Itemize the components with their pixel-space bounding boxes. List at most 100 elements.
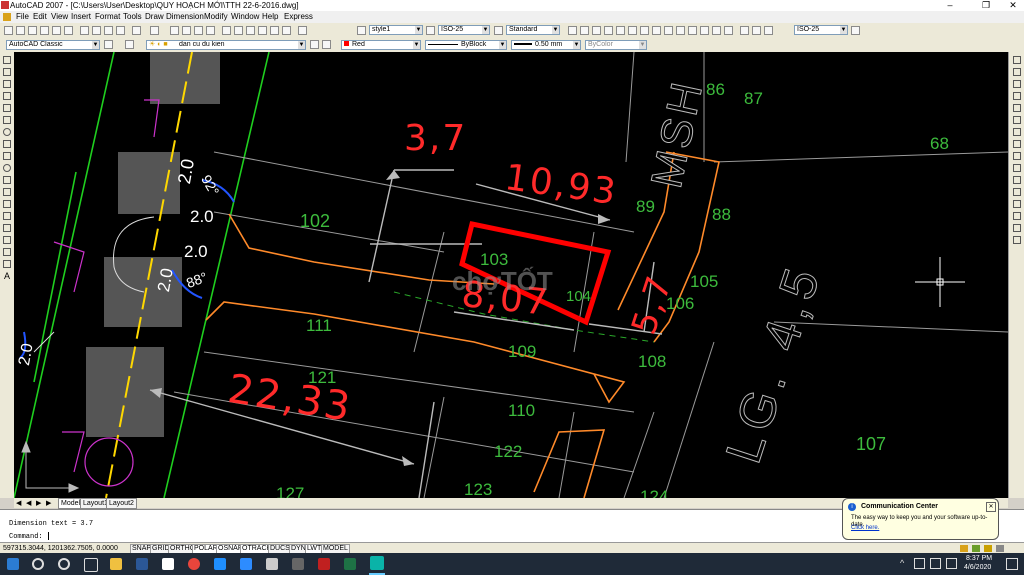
clock-date[interactable]: 4/6/2020	[964, 564, 991, 571]
toolbar-lock-icon[interactable]	[972, 545, 980, 552]
layer-select[interactable]: ☀ ◐ ■ dan cu du kien ▼	[146, 40, 306, 50]
design-center-icon[interactable]	[234, 26, 243, 35]
undo-icon[interactable]	[132, 26, 141, 35]
arc-length-icon[interactable]	[592, 26, 601, 35]
cut-icon[interactable]	[80, 26, 89, 35]
plotstyle-select[interactable]: ByColor ▼	[585, 40, 647, 50]
tolerance-icon[interactable]	[712, 26, 721, 35]
dim-text-edit-icon[interactable]	[752, 26, 761, 35]
linetype-select[interactable]: ByBlock ▼	[425, 40, 507, 50]
continue-icon[interactable]	[688, 26, 697, 35]
dimension-style-icon[interactable]	[851, 26, 860, 35]
quick-dim-icon[interactable]	[664, 26, 673, 35]
file-explorer-icon[interactable]	[110, 558, 122, 570]
linear-dim-icon[interactable]	[568, 26, 577, 35]
stretch-icon[interactable]	[1013, 152, 1021, 160]
circle-icon[interactable]	[3, 128, 11, 136]
leader-icon[interactable]	[700, 26, 709, 35]
aligned-dim-icon[interactable]	[580, 26, 589, 35]
ellipse-arc-icon[interactable]	[3, 176, 11, 184]
sheet-set-icon[interactable]	[258, 26, 267, 35]
zoom-previous-icon[interactable]	[206, 26, 215, 35]
spline-icon[interactable]	[3, 152, 11, 160]
break-icon[interactable]	[1013, 188, 1021, 196]
baseline-icon[interactable]	[676, 26, 685, 35]
app-icon[interactable]	[318, 558, 330, 570]
notification-link[interactable]: Click here.	[851, 525, 879, 531]
battery-icon[interactable]	[946, 558, 957, 569]
menu-insert[interactable]: Insert	[71, 11, 91, 23]
help-icon[interactable]	[298, 26, 307, 35]
menu-window[interactable]: Window	[231, 11, 259, 23]
menu-format[interactable]: Format	[95, 11, 120, 23]
point-icon[interactable]	[3, 212, 11, 220]
rotate-icon[interactable]	[1013, 128, 1021, 136]
save-icon[interactable]	[28, 26, 37, 35]
tab-layout2[interactable]: Layout2	[106, 498, 137, 509]
region-icon[interactable]	[3, 248, 11, 256]
open-icon[interactable]	[16, 26, 25, 35]
scale-icon[interactable]	[1013, 140, 1021, 148]
dim-text-3-7[interactable]: 3,7	[404, 118, 467, 159]
tab-prev-icon[interactable]: ◀	[26, 499, 31, 509]
trim-icon[interactable]	[1013, 164, 1021, 172]
properties-icon[interactable]	[222, 26, 231, 35]
copy-object-icon[interactable]	[1013, 68, 1021, 76]
preview-icon[interactable]	[52, 26, 61, 35]
skype-icon[interactable]	[214, 558, 226, 570]
rectangle-icon[interactable]	[3, 104, 11, 112]
redo-icon[interactable]	[150, 26, 159, 35]
markup-icon[interactable]	[270, 26, 279, 35]
menu-file[interactable]: File	[16, 11, 29, 23]
notification-close-button[interactable]: ✕	[986, 502, 996, 512]
tab-last-icon[interactable]: ▶	[46, 499, 51, 509]
join-icon[interactable]	[1013, 200, 1021, 208]
ellipse-icon[interactable]	[3, 164, 11, 172]
store-icon[interactable]	[162, 558, 174, 570]
calculator-icon[interactable]	[282, 26, 291, 35]
dim-update-icon[interactable]	[764, 26, 773, 35]
match-properties-icon[interactable]	[116, 26, 125, 35]
menu-draw[interactable]: Draw	[145, 11, 164, 23]
close-button[interactable]: ✕	[1003, 0, 1023, 11]
angular-icon[interactable]	[652, 26, 661, 35]
notifications-icon[interactable]	[1006, 558, 1018, 570]
clean-screen-icon[interactable]	[996, 545, 1004, 552]
menu-modify[interactable]: Modify	[204, 11, 228, 23]
move-icon[interactable]	[1013, 116, 1021, 124]
polyline-icon[interactable]	[3, 80, 11, 88]
center-mark-icon[interactable]	[724, 26, 733, 35]
offset-icon[interactable]	[1013, 92, 1021, 100]
ordinate-icon[interactable]	[604, 26, 613, 35]
drawing-canvas[interactable]: 3,7 10,93 8,07 5,7 22,33 86 87 68 89 88 …	[14, 52, 1008, 498]
task-view-icon[interactable]	[84, 558, 98, 572]
explode-icon[interactable]	[1013, 236, 1021, 244]
minimize-button[interactable]: –	[940, 0, 960, 11]
cortana-icon[interactable]	[58, 558, 70, 570]
diameter-icon[interactable]	[640, 26, 649, 35]
plot-icon[interactable]	[40, 26, 49, 35]
maximize-button[interactable]: ❐	[976, 0, 996, 11]
zoom-icon[interactable]	[240, 558, 252, 570]
workspace-settings-icon[interactable]	[104, 40, 113, 49]
menu-dimension[interactable]: Dimension	[166, 11, 204, 23]
zoom-window-icon[interactable]	[194, 26, 203, 35]
menu-tools[interactable]: Tools	[123, 11, 142, 23]
tab-first-icon[interactable]: ◀	[16, 499, 21, 509]
clock-time[interactable]: 8:37 PM	[966, 555, 992, 562]
menu-edit[interactable]: Edit	[33, 11, 47, 23]
fillet-icon[interactable]	[1013, 224, 1021, 232]
network-icon[interactable]	[914, 558, 925, 569]
extend-icon[interactable]	[1013, 176, 1021, 184]
chamfer-icon[interactable]	[1013, 212, 1021, 220]
paste-icon[interactable]	[104, 26, 113, 35]
polygon-icon[interactable]	[3, 92, 11, 100]
app-icon[interactable]	[292, 558, 304, 570]
zoom-realtime-icon[interactable]	[182, 26, 191, 35]
layer-manager-icon[interactable]	[125, 40, 134, 49]
chrome-icon[interactable]	[188, 558, 200, 570]
make-current-icon[interactable]	[310, 40, 319, 49]
volume-icon[interactable]	[930, 558, 941, 569]
mirror-icon[interactable]	[1013, 80, 1021, 88]
gradient-icon[interactable]	[3, 236, 11, 244]
